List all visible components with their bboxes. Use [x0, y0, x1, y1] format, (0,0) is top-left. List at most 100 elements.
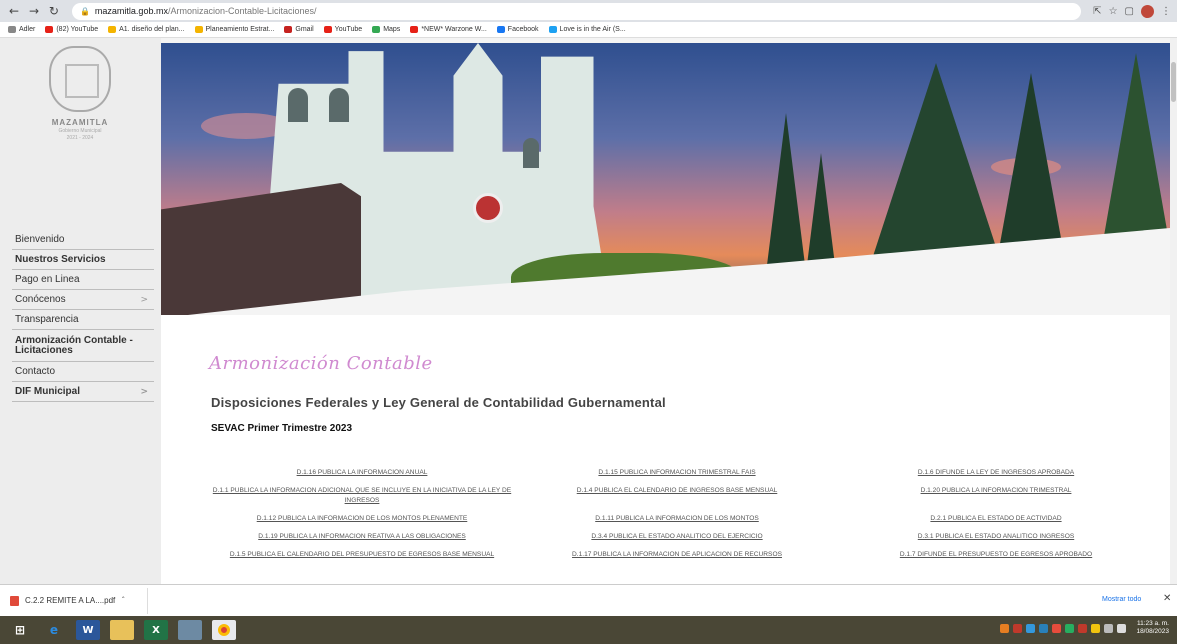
download-filename: C.2.2 REMITE A LA....pdf — [25, 596, 116, 605]
file-explorer-icon[interactable] — [110, 620, 134, 640]
bookmark-item[interactable]: Love is in the Air (S... — [548, 26, 626, 33]
logo-subtitle: Gobierno Municipal — [58, 128, 102, 134]
bookmark-label: Planeamiento Estrat... — [205, 26, 275, 33]
bookmark-item[interactable]: Planeamiento Estrat... — [194, 26, 275, 33]
document-links: D.1.16 PUBLICA LA INFORMACION ANUAL D.1.1… — [206, 468, 1156, 560]
document-link[interactable]: D.1.20 PUBLICA LA INFORMACION TRIMESTRAL — [836, 486, 1156, 506]
pdf-icon — [10, 595, 19, 606]
menu-icon[interactable]: ⋮ — [1161, 6, 1171, 17]
document-link[interactable]: D.1.7 DIFUNDE EL PRESUPUESTO DE EGRESOS … — [836, 550, 1156, 560]
document-link[interactable]: D.2.1 PUBLICA EL ESTADO DE ACTIVIDAD — [836, 514, 1156, 524]
main-content: Armonización Contable Disposiciones Fede… — [161, 315, 1170, 584]
bookmark-icon — [372, 26, 381, 33]
logo-name: MAZAMITLA — [51, 118, 109, 127]
document-link[interactable]: D.3.1 PUBLICA EL ESTADO ANALITICO INGRES… — [836, 532, 1156, 542]
nav-item-label: Armonización Contable - Licitaciones — [15, 334, 133, 356]
nav-item-label: Nuestros Servicios — [15, 254, 106, 265]
tab-icon[interactable]: ▢ — [1125, 6, 1134, 17]
bookmark-item[interactable]: Adler — [8, 26, 35, 33]
sidebar: MAZAMITLA Gobierno Municipal 2021 - 2024… — [0, 38, 161, 584]
bookmark-label: Gmail — [295, 26, 314, 33]
nav-item-label: Transparencia — [15, 314, 79, 325]
chrome-icon[interactable] — [212, 620, 236, 640]
show-all-link[interactable]: Mostrar todo — [1102, 596, 1141, 603]
section-heading: SEVAC Primer Trimestre 2023 — [211, 423, 353, 434]
bookmark-item[interactable]: Facebook — [496, 26, 539, 33]
document-link[interactable]: D.1.19 PUBLICA LA INFORMACION REATIVA A … — [206, 532, 518, 542]
scrollbar-thumb[interactable] — [1171, 62, 1176, 102]
system-tray: 11:23 a. m. 18/08/2023 — [1000, 620, 1169, 636]
nav-item[interactable]: Nuestros Servicios — [12, 250, 154, 270]
windows-start-icon[interactable]: ⊞ — [8, 620, 32, 640]
document-link[interactable]: D.1.15 PUBLICA INFORMACION TRIMESTRAL FA… — [518, 468, 836, 478]
url-host: mazamitla.gob.mx — [94, 6, 168, 16]
bookmark-label: Maps — [383, 26, 401, 33]
bookmark-item[interactable]: (82) YouTube — [45, 26, 98, 33]
bookmark-icon — [284, 26, 293, 33]
bookmark-icon — [194, 26, 203, 33]
bookmark-label: *NEW* Warzone W... — [421, 26, 487, 33]
nav-item[interactable]: Contacto — [12, 362, 154, 382]
nav-item[interactable]: Bienvenido — [12, 230, 154, 250]
document-link[interactable]: D.1.11 PUBLICA LA INFORMACION DE LOS MON… — [518, 514, 836, 524]
document-link[interactable]: D.1.4 PUBLICA EL CALENDARIO DE INGRESOS … — [518, 486, 836, 506]
share-icon[interactable]: ⇱ — [1093, 6, 1101, 17]
taskbar-clock[interactable]: 11:23 a. m. 18/08/2023 — [1136, 620, 1169, 636]
back-arrow-icon[interactable]: ← — [6, 3, 22, 19]
document-link[interactable]: D.1.1 PUBLICA LA INFORMACION ADICIONAL Q… — [206, 486, 518, 506]
forward-arrow-icon[interactable]: → — [26, 3, 42, 19]
hero-image — [161, 43, 1170, 315]
profile-avatar[interactable] — [1140, 4, 1154, 18]
nav-item-label: DIF Municipal — [15, 386, 80, 397]
lock-icon: 🔒 — [79, 6, 90, 16]
browser-toolbar: ← → ↻ 🔒 mazamitla.gob.mx/Armonizacion-Co… — [0, 0, 1177, 22]
bookmark-label: (82) YouTube — [56, 26, 99, 33]
nav-item-label: Pago en Linea — [15, 274, 80, 285]
bookmark-item[interactable]: YouTube — [323, 26, 362, 33]
screen: ← → ↻ 🔒 mazamitla.gob.mx/Armonizacion-Co… — [0, 0, 1177, 644]
document-link[interactable]: D.3.4 PUBLICA EL ESTADO ANALITICO DEL EJ… — [518, 532, 836, 542]
nav-item[interactable]: Conócenos > — [12, 290, 154, 310]
close-icon[interactable]: ✕ — [1163, 593, 1171, 604]
bookmark-item[interactable]: Maps — [372, 26, 400, 33]
nav-item[interactable]: DIF Municipal > — [12, 382, 154, 402]
internet-explorer-icon[interactable]: e — [42, 620, 66, 640]
download-item[interactable]: C.2.2 REMITE A LA....pdf ˆ — [0, 587, 148, 614]
main-nav: Bienvenido Nuestros Servicios Pago en Line… — [12, 230, 154, 402]
clock-time: 11:23 a. m. — [1136, 620, 1169, 627]
webpage: MAZAMITLA Gobierno Municipal 2021 - 2024… — [0, 38, 1177, 584]
reload-icon[interactable]: ↻ — [46, 3, 62, 19]
chevron-right-icon: > — [140, 386, 148, 397]
chevron-up-icon[interactable]: ˆ — [121, 596, 125, 605]
bookmark-label: Facebook — [507, 26, 539, 33]
excel-icon[interactable]: X — [144, 620, 168, 640]
bookmark-icon — [45, 26, 54, 33]
nav-item[interactable]: Transparencia — [12, 310, 154, 330]
document-link[interactable]: D.1.17 PUBLICA LA INFORMACION DE APLICAC… — [518, 550, 836, 560]
document-link[interactable]: D.1.6 DIFUNDE LA LEY DE INGRESOS APROBAD… — [836, 468, 1156, 478]
logo-years: 2021 - 2024 — [66, 135, 94, 141]
page-heading: Disposiciones Federales y Ley General de… — [211, 395, 666, 410]
word-icon[interactable]: W — [76, 620, 100, 640]
document-link[interactable]: D.1.5 PUBLICA EL CALENDARIO DEL PRESUPUE… — [206, 550, 518, 560]
bookmark-item[interactable]: A1. diseño del plan... — [108, 26, 185, 33]
clock-date: 18/08/2023 — [1136, 628, 1169, 635]
network-icon[interactable] — [178, 620, 202, 640]
bookmark-label: Adler — [19, 26, 36, 33]
document-link[interactable]: D.1.12 PUBLICA LA INFORMACION DE LOS MON… — [206, 514, 518, 524]
bookmark-item[interactable]: *NEW* Warzone W... — [410, 26, 487, 33]
star-icon[interactable]: ☆ — [1109, 6, 1118, 17]
page-scrollbar[interactable] — [1170, 38, 1177, 584]
nav-item-label: Conócenos — [15, 294, 66, 305]
address-bar[interactable]: 🔒 mazamitla.gob.mx/Armonizacion-Contable… — [71, 2, 1082, 20]
site-logo[interactable]: MAZAMITLA Gobierno Municipal 2021 - 2024 — [40, 46, 120, 156]
chevron-right-icon: > — [140, 294, 148, 305]
document-link[interactable]: D.1.16 PUBLICA LA INFORMACION ANUAL — [206, 468, 518, 478]
bookmarks-bar: Adler (82) YouTube A1. diseño del plan... P… — [0, 22, 1177, 38]
bookmark-item[interactable]: Gmail — [284, 26, 314, 33]
bookmark-icon — [8, 26, 16, 33]
bookmark-icon — [108, 26, 117, 33]
nav-item[interactable]: Armonización Contable - Licitaciones — [12, 330, 154, 362]
nav-item[interactable]: Pago en Linea — [12, 270, 154, 290]
bookmark-icon — [323, 26, 332, 33]
